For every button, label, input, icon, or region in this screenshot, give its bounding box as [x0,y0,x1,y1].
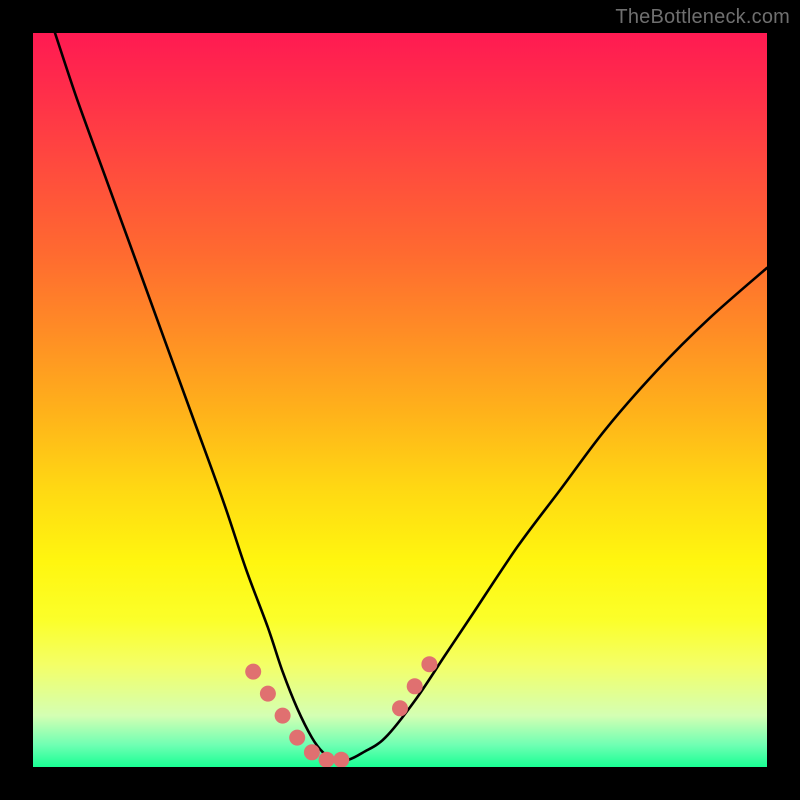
marker-cluster-right [392,656,437,716]
marker-cluster-left [245,664,349,767]
marker-dot [392,700,408,716]
chart-frame: TheBottleneck.com [0,0,800,800]
marker-dot [407,678,423,694]
marker-dot [275,708,291,724]
marker-dot [260,686,276,702]
marker-dot [245,664,261,680]
marker-dot [421,656,437,672]
plot-area [33,33,767,767]
bottleneck-curve [55,33,767,761]
chart-svg [33,33,767,767]
marker-dot [319,752,335,767]
watermark-text: TheBottleneck.com [615,6,790,29]
marker-dot [333,752,349,767]
marker-dot [289,730,305,746]
marker-dot [304,744,320,760]
